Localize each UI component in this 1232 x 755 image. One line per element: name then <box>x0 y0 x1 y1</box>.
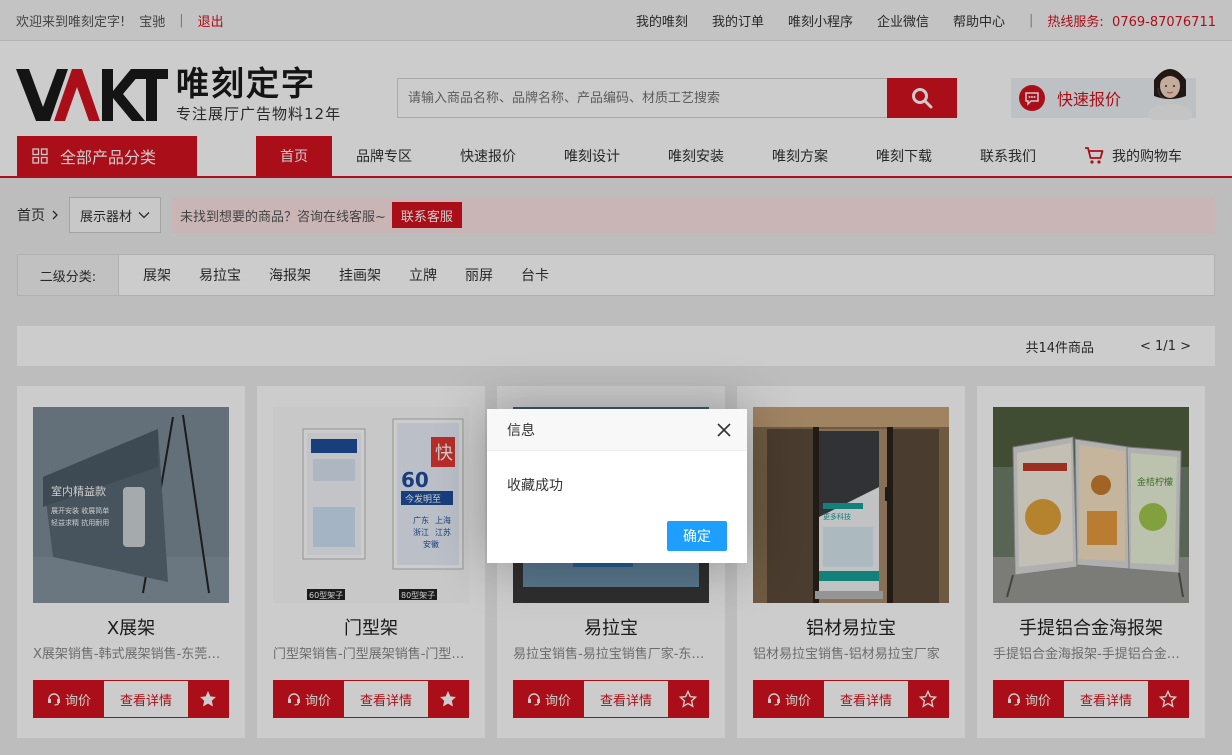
dialog-message: 收藏成功 <box>507 478 563 494</box>
dialog-title: 信息 <box>507 422 535 439</box>
confirm-button[interactable]: 确定 <box>667 521 727 551</box>
info-dialog: 信息 收藏成功 确定 <box>487 409 747 563</box>
close-icon[interactable] <box>715 421 733 439</box>
dialog-header: 信息 <box>487 409 747 451</box>
modal-overlay[interactable] <box>0 0 1232 755</box>
